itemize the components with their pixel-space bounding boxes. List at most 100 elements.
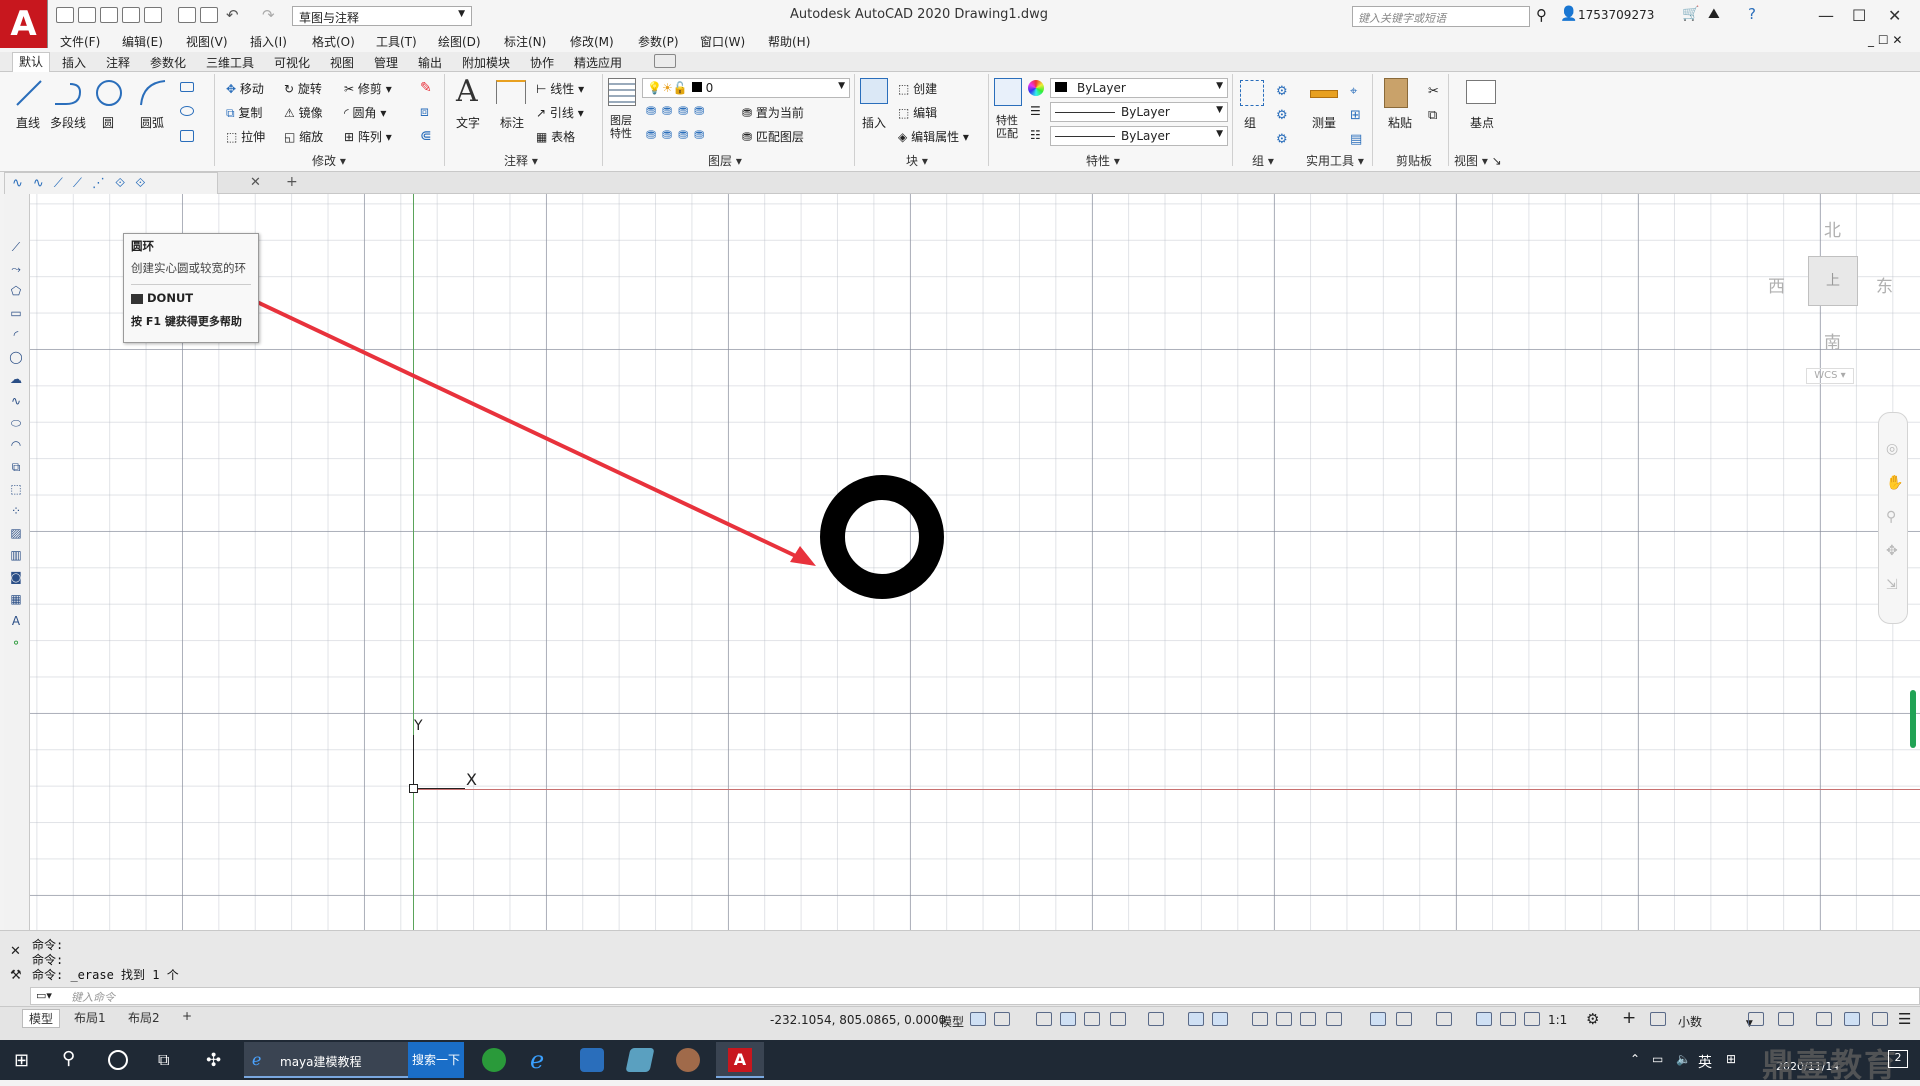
- create-block-button[interactable]: ⬚ 创建: [898, 80, 937, 97]
- close-file-tab-icon[interactable]: ✕: [250, 175, 261, 190]
- viewcube-west[interactable]: 西: [1768, 272, 1785, 297]
- tray-chevron-icon[interactable]: ⌃: [1630, 1052, 1640, 1066]
- insert-block-icon[interactable]: ⧉: [8, 460, 24, 474]
- region-icon[interactable]: ◙: [8, 570, 24, 584]
- layout-tab-model[interactable]: 模型: [22, 1009, 61, 1028]
- edit-block-button[interactable]: ⬚ 编辑: [898, 104, 937, 121]
- volume-icon[interactable]: 🔈: [1676, 1052, 1691, 1066]
- browser-360-icon[interactable]: [482, 1048, 506, 1072]
- edit-attribute-button[interactable]: ◈ 编辑属性 ▾: [898, 128, 969, 145]
- base-view-icon[interactable]: [1466, 80, 1496, 104]
- windows-start-icon[interactable]: ⊞: [14, 1050, 29, 1071]
- tab-view[interactable]: 视图: [330, 54, 354, 71]
- viewcube-east[interactable]: 东: [1876, 272, 1893, 297]
- add-layout-icon[interactable]: +: [182, 1009, 192, 1023]
- tab-manage[interactable]: 管理: [374, 54, 398, 71]
- panel-title-group[interactable]: 组 ▾: [1252, 152, 1274, 169]
- cart-icon[interactable]: 🛒: [1682, 6, 1699, 22]
- utility-tools-icon[interactable]: ⌖ ⊞ ▤: [1350, 80, 1362, 152]
- donut-object[interactable]: [820, 475, 944, 599]
- color-dropdown[interactable]: ByLayer ▼: [1050, 78, 1228, 98]
- dimension-icon[interactable]: [496, 80, 526, 104]
- quick-properties-icon[interactable]: [1748, 1012, 1764, 1026]
- binoculars-icon[interactable]: ⚲: [1536, 6, 1547, 24]
- export-icon[interactable]: [178, 7, 196, 23]
- linear-button[interactable]: ⊢ 线性 ▾: [536, 80, 584, 97]
- tab-featured-apps[interactable]: 精选应用: [574, 54, 622, 71]
- arc-icon[interactable]: ◜: [8, 328, 24, 342]
- open-file-icon[interactable]: [78, 7, 96, 23]
- workspace-gear-icon[interactable]: ⚙: [1586, 1010, 1599, 1028]
- annotation-visibility-icon[interactable]: [1476, 1012, 1492, 1026]
- polyline-tool-button[interactable]: [52, 78, 86, 108]
- dynamic-ucs-icon[interactable]: [1370, 1012, 1386, 1026]
- maya-app-icon[interactable]: [676, 1048, 700, 1072]
- redo-icon[interactable]: ↷: [262, 6, 275, 24]
- menu-help[interactable]: 帮助(H): [768, 33, 810, 50]
- layout-tab-layout2[interactable]: 布局2: [128, 1009, 160, 1026]
- input-language[interactable]: 英: [1698, 1052, 1712, 1072]
- tab-parametric[interactable]: 参数化: [150, 54, 186, 71]
- scale-button[interactable]: ◱ 缩放: [284, 128, 323, 145]
- tab-3d-tools[interactable]: 三维工具: [206, 54, 254, 71]
- table-icon[interactable]: ▦: [8, 592, 24, 606]
- drawing-canvas[interactable]: [30, 194, 1920, 930]
- units-dropdown[interactable]: 小数 ▼: [1678, 1013, 1753, 1030]
- model-space-button[interactable]: 模型: [940, 1013, 964, 1030]
- cortana-icon[interactable]: [108, 1050, 128, 1070]
- help-icon[interactable]: ?: [1748, 5, 1756, 23]
- tab-default[interactable]: 默认: [12, 52, 51, 72]
- search-input[interactable]: 键入关键字或短语: [1352, 6, 1530, 27]
- clipboard-tools-icon[interactable]: ✂ ⧉: [1428, 80, 1439, 128]
- command-close-icon[interactable]: ✕: [10, 944, 21, 959]
- circle-icon[interactable]: ◯: [8, 350, 24, 364]
- tab-output[interactable]: 输出: [418, 54, 442, 71]
- grid-toggle-icon[interactable]: [970, 1012, 986, 1026]
- object-snap-tracking-icon[interactable]: [1188, 1012, 1204, 1026]
- color-wheel-icon[interactable]: [1028, 80, 1044, 96]
- explode-icon[interactable]: ⋐: [420, 128, 432, 144]
- menu-file[interactable]: 文件(F): [60, 33, 100, 50]
- panel-title-block[interactable]: 块 ▾: [906, 152, 928, 169]
- insert-block-icon[interactable]: [860, 78, 888, 104]
- infer-constraints-icon[interactable]: [1036, 1012, 1052, 1026]
- panel-title-layers[interactable]: 图层 ▾: [708, 152, 742, 169]
- revcloud-icon[interactable]: ☁: [8, 372, 24, 386]
- rectangle-icon[interactable]: ▭: [8, 306, 24, 320]
- user-icon[interactable]: 👤: [1560, 6, 1577, 22]
- publish-icon[interactable]: [144, 7, 162, 23]
- ime-icon[interactable]: ⊞: [1726, 1052, 1736, 1066]
- add-selected-icon[interactable]: ⚬: [8, 636, 24, 650]
- layer-tools-icon[interactable]: ⛃⛃⛃⛃: [646, 128, 710, 142]
- table-button[interactable]: ▦ 表格: [536, 128, 575, 145]
- edge-icon[interactable]: ℯ: [530, 1046, 544, 1074]
- minimize-icon[interactable]: —: [1818, 6, 1834, 25]
- offset-icon[interactable]: ⧈: [420, 104, 429, 120]
- menu-modify[interactable]: 修改(M): [570, 33, 614, 50]
- hardware-acceleration-icon[interactable]: [1844, 1012, 1860, 1026]
- lock-ui-icon[interactable]: [1778, 1012, 1794, 1026]
- point-icon[interactable]: ⁘: [8, 504, 24, 518]
- tab-annotate[interactable]: 注释: [106, 54, 130, 71]
- line-tool-button[interactable]: [14, 78, 44, 108]
- menu-format[interactable]: 格式(O): [312, 33, 355, 50]
- search-icon[interactable]: ⚲: [62, 1048, 75, 1069]
- trim-button[interactable]: ✂ 修剪 ▾: [344, 80, 392, 97]
- measure-icon[interactable]: [1310, 90, 1338, 98]
- search-button[interactable]: 搜索一下: [408, 1042, 464, 1078]
- command-input[interactable]: 键入命令: [30, 987, 1920, 1005]
- dynamic-input-icon[interactable]: [1060, 1012, 1076, 1026]
- construction-line-icon[interactable]: ⤳: [8, 262, 24, 276]
- viewcube-north[interactable]: 北: [1824, 216, 1841, 241]
- menu-draw[interactable]: 绘图(D): [438, 33, 481, 50]
- layer-properties-icon[interactable]: [608, 78, 636, 106]
- move-button[interactable]: ✥ 移动: [226, 80, 264, 97]
- line-icon[interactable]: ⟋: [8, 240, 24, 254]
- maximize-icon[interactable]: ☐: [1852, 6, 1866, 25]
- gizmo-icon[interactable]: [1436, 1012, 1452, 1026]
- menu-view[interactable]: 视图(V): [186, 33, 228, 50]
- wcs-menu[interactable]: WCS ▾: [1806, 368, 1854, 384]
- annotation-scale-value[interactable]: 1:1: [1548, 1013, 1567, 1027]
- scroll-indicator[interactable]: [1910, 690, 1916, 748]
- polar-icon[interactable]: [1110, 1012, 1126, 1026]
